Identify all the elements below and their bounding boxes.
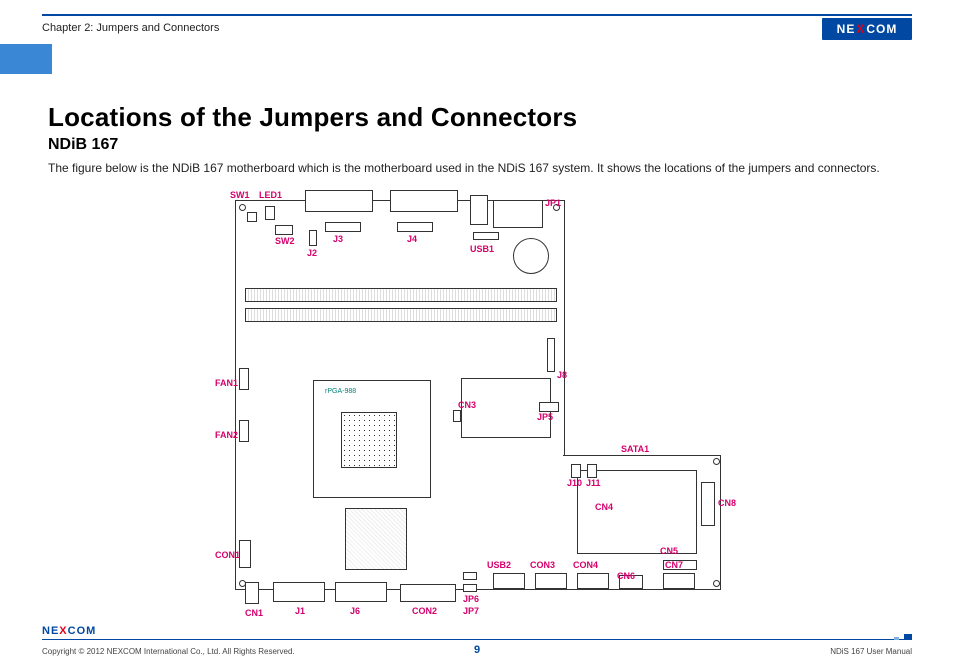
label-sata1: SATA1 bbox=[621, 444, 649, 454]
label-j2: J2 bbox=[307, 248, 317, 258]
label-usb1: USB1 bbox=[470, 244, 494, 254]
label-cn6: CN6 bbox=[617, 571, 635, 581]
chapter-label: Chapter 2: Jumpers and Connectors bbox=[42, 22, 219, 34]
brand-logo-top: NEXCOM bbox=[822, 18, 912, 40]
label-fan1: FAN1 bbox=[215, 378, 238, 388]
side-accent bbox=[0, 44, 52, 74]
label-sw2: SW2 bbox=[275, 236, 295, 246]
description-text: The figure below is the NDiB 167 motherb… bbox=[48, 160, 912, 176]
label-fan2: FAN2 bbox=[215, 430, 238, 440]
label-j4: J4 bbox=[407, 234, 417, 244]
label-cn4: CN4 bbox=[595, 502, 613, 512]
manual-name: NDiS 167 User Manual bbox=[830, 647, 912, 656]
label-led1: LED1 bbox=[259, 190, 282, 200]
page-number: 9 bbox=[0, 644, 954, 656]
label-jp5: JP5 bbox=[537, 412, 553, 422]
socket-text: rPGA-988 bbox=[325, 388, 356, 395]
model-heading: NDiB 167 bbox=[48, 136, 118, 154]
label-j6: J6 bbox=[350, 606, 360, 616]
label-con4: CON4 bbox=[573, 560, 598, 570]
footer-tick-icon bbox=[904, 634, 912, 640]
label-usb2: USB2 bbox=[487, 560, 511, 570]
label-cn5: CN5 bbox=[660, 546, 678, 556]
label-con2: CON2 bbox=[412, 606, 437, 616]
label-con3: CON3 bbox=[530, 560, 555, 570]
label-j11: J11 bbox=[586, 478, 601, 488]
label-j10: J10 bbox=[567, 478, 582, 488]
label-jp1: JP1 bbox=[545, 198, 561, 208]
label-j3: J3 bbox=[333, 234, 343, 244]
brand-logo-footer: NEXCOM bbox=[42, 625, 96, 637]
label-cn3: CN3 bbox=[458, 400, 476, 410]
page-title: Locations of the Jumpers and Connectors bbox=[48, 102, 577, 133]
label-sw1: SW1 bbox=[230, 190, 250, 200]
motherboard-diagram: rPGA-988 SW1 LED1 SW2 J2 J3 J4 JP1 USB1 … bbox=[215, 190, 735, 618]
label-cn1: CN1 bbox=[245, 608, 263, 618]
label-jp7: JP7 bbox=[463, 606, 479, 616]
footer-rule bbox=[42, 639, 912, 640]
label-j8: J8 bbox=[557, 370, 567, 380]
label-j1: J1 bbox=[295, 606, 305, 616]
label-cn7: CN7 bbox=[665, 560, 683, 570]
top-rule bbox=[42, 14, 912, 16]
label-con1: CON1 bbox=[215, 550, 240, 560]
label-jp6: JP6 bbox=[463, 594, 479, 604]
footer-tick2-icon bbox=[894, 637, 899, 640]
label-cn8: CN8 bbox=[718, 498, 736, 508]
